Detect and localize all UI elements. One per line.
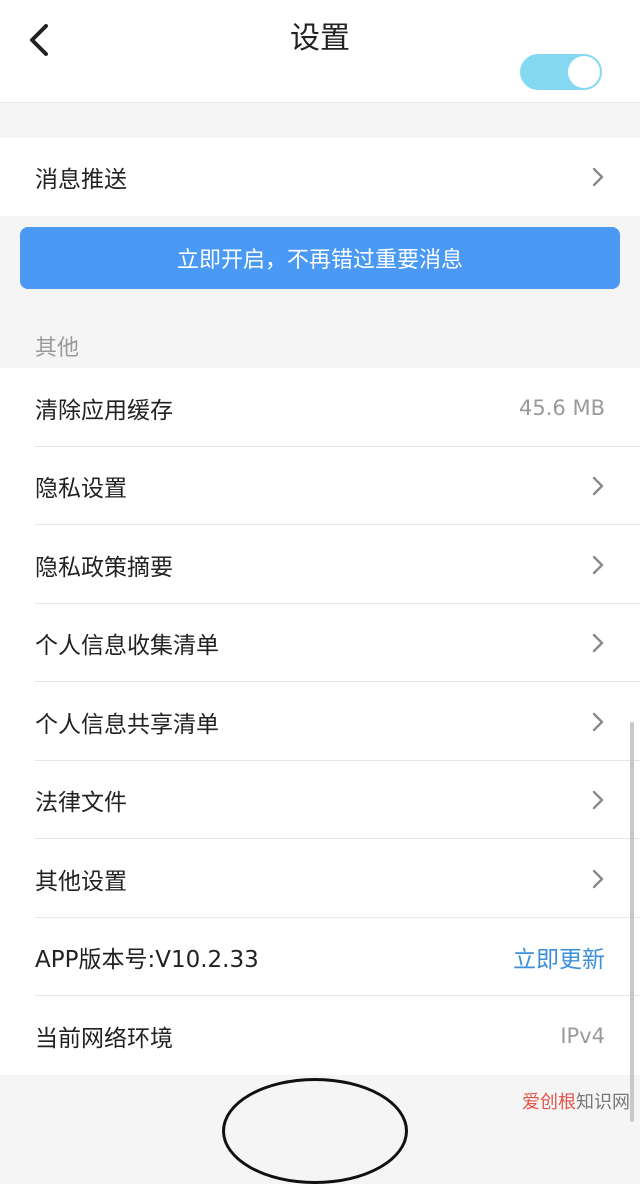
cache-size-value: 45.6 MB: [519, 395, 605, 420]
chevron-right-icon: [592, 476, 604, 496]
notification-label: 消息推送: [35, 167, 127, 193]
notification-row[interactable]: 消息推送: [0, 138, 640, 216]
chevron-right-icon: [592, 712, 604, 731]
privacy-policy-summary-row[interactable]: 隐私政策摘要: [0, 525, 640, 604]
legal-documents-row[interactable]: 法律文件: [0, 761, 640, 839]
network-environment-value: IPv4: [560, 1023, 605, 1048]
personal-info-collection-row[interactable]: 个人信息收集清单: [0, 604, 640, 682]
chevron-right-icon: [592, 555, 604, 574]
app-version-label: APP版本号:V10.2.33: [35, 947, 259, 973]
partial-setting-row: [0, 54, 640, 103]
other-settings-label: 其他设置: [35, 868, 127, 895]
enable-notifications-button[interactable]: 立即开启，不再错过重要消息: [20, 227, 620, 289]
network-environment-label: 当前网络环境: [35, 1025, 173, 1052]
clear-cache-row[interactable]: 清除应用缓存 45.6 MB: [0, 368, 640, 447]
personal-info-sharing-label: 个人信息共享清单: [35, 711, 219, 738]
privacy-policy-summary-label: 隐私政策摘要: [35, 554, 173, 581]
chevron-right-icon: [592, 633, 604, 653]
legal-documents-label: 法律文件: [35, 790, 127, 816]
drawn-circle-annotation: [222, 1078, 408, 1184]
clear-cache-label: 清除应用缓存: [35, 397, 173, 424]
back-button[interactable]: [22, 20, 58, 60]
privacy-settings-label: 隐私设置: [35, 476, 127, 502]
watermark-part2: 知识网: [576, 1092, 630, 1113]
chevron-right-icon: [592, 790, 604, 810]
watermark: 爱创根知识网: [522, 1088, 630, 1114]
personal-info-sharing-row[interactable]: 个人信息共享清单: [0, 682, 640, 761]
chevron-right-icon: [592, 869, 604, 888]
app-version-row: APP版本号:V10.2.33 立即更新: [0, 918, 640, 996]
scrollbar[interactable]: [630, 722, 634, 1122]
chevron-left-icon: [30, 24, 48, 56]
update-now-link[interactable]: 立即更新: [513, 918, 605, 996]
privacy-settings-row[interactable]: 隐私设置: [0, 447, 640, 525]
other-settings-row[interactable]: 其他设置: [0, 839, 640, 918]
toggle-switch[interactable]: [520, 54, 602, 90]
chevron-right-icon: [592, 167, 604, 187]
personal-info-collection-label: 个人信息收集清单: [35, 633, 219, 659]
network-environment-row: 当前网络环境 IPv4: [0, 996, 640, 1075]
section-header-other: 其他: [35, 336, 80, 361]
watermark-part1: 爱创根: [522, 1092, 576, 1113]
